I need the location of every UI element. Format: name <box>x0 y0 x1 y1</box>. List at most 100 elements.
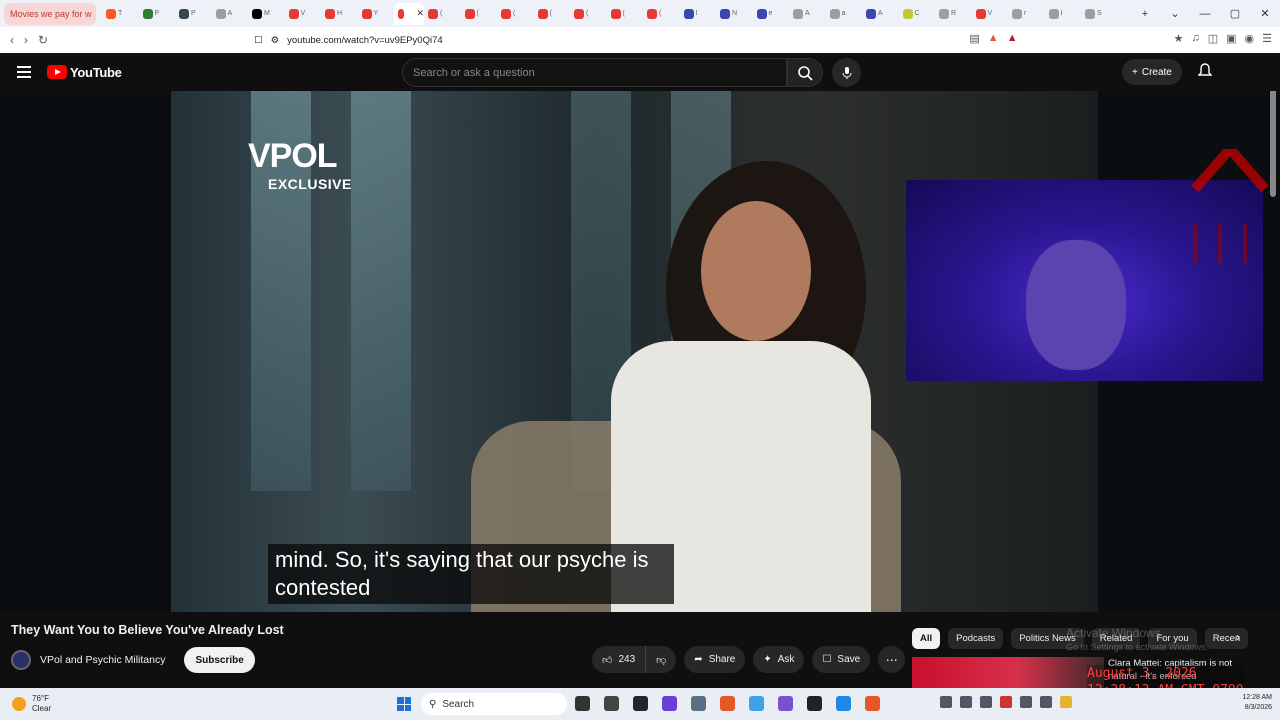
voice-search-button[interactable] <box>832 58 861 87</box>
vpn-icon[interactable]: ◉ <box>1245 32 1255 45</box>
tray-icon[interactable] <box>1000 696 1012 708</box>
wallet-icon[interactable]: ▣ <box>1226 32 1236 45</box>
browser-tab[interactable]: a <box>826 3 863 25</box>
search-input[interactable]: Search or ask a question <box>402 58 787 87</box>
video-player[interactable]: VPOL EXCLUSIVE mind. So, it's saying tha… <box>0 91 1280 612</box>
sidebar-icon[interactable]: ◫ <box>1208 32 1218 45</box>
app-icon[interactable] <box>865 696 880 711</box>
like-button[interactable]: 👍︎ 243 <box>592 646 647 673</box>
forward-icon[interactable]: › <box>24 33 28 47</box>
chip[interactable]: All <box>912 628 941 649</box>
channel-avatar[interactable] <box>11 650 31 670</box>
browser-tab[interactable]: H <box>321 3 358 25</box>
tray-icon[interactable] <box>1060 696 1072 708</box>
app-icon[interactable] <box>778 696 793 711</box>
page-scrollbar[interactable] <box>1270 91 1276 197</box>
browser-tab[interactable]: ( <box>461 3 498 25</box>
hamburger-menu-icon[interactable] <box>17 63 31 81</box>
save-button[interactable]: ☐ Save <box>812 646 871 673</box>
app-icon[interactable] <box>836 696 851 711</box>
tray-icon[interactable] <box>960 696 972 708</box>
browser-tab[interactable]: ( <box>607 3 644 25</box>
tray-icon[interactable] <box>1020 696 1032 708</box>
more-actions-icon[interactable]: ⋯ <box>878 646 906 673</box>
brave-shield-icon[interactable]: ▲ <box>988 32 999 45</box>
cast-icon[interactable]: ▤ <box>969 32 979 45</box>
browser-tab[interactable]: C <box>899 3 936 25</box>
browser-tab[interactable]: P <box>139 3 176 25</box>
tab-search-icon[interactable]: ⌄ <box>1160 7 1190 20</box>
browser-tab[interactable]: A <box>789 3 826 25</box>
app-icon[interactable] <box>662 696 677 711</box>
browser-tab[interactable]: S <box>1081 3 1118 25</box>
bookmark-icon[interactable]: ☐ <box>254 35 263 46</box>
taskbar-clock[interactable]: 12:28 AM 8/3/2026 <box>1242 693 1272 713</box>
taskbar-search[interactable]: ⚲ Search <box>421 693 567 715</box>
app-icon[interactable] <box>604 696 619 711</box>
recommended-thumbnail[interactable] <box>912 657 1104 688</box>
browser-tab[interactable]: T <box>102 3 139 25</box>
tab-first[interactable]: Movies we pay for w <box>4 2 96 25</box>
maximize-button[interactable]: ▢ <box>1220 7 1250 20</box>
media-icon[interactable]: ♫ <box>1191 32 1199 45</box>
ask-button[interactable]: ✦ Ask <box>753 646 805 673</box>
browser-tab[interactable]: A <box>862 3 899 25</box>
browser-tab[interactable]: r <box>1008 3 1045 25</box>
back-icon[interactable]: ‹ <box>10 33 14 47</box>
site-info-icon[interactable]: ⚙ <box>271 35 280 46</box>
tray-icon[interactable] <box>1040 696 1052 708</box>
browser-tab[interactable]: A <box>212 3 249 25</box>
chip[interactable]: Recen <box>1204 628 1249 649</box>
browser-tab[interactable]: ( <box>424 3 461 25</box>
background-window <box>351 91 411 491</box>
close-window-button[interactable]: ✕ <box>1250 7 1280 20</box>
browser-tab[interactable]: N <box>716 3 753 25</box>
browser-tab[interactable]: ( <box>534 3 571 25</box>
extensions-icon[interactable]: ★ <box>1174 32 1184 45</box>
close-tab-icon[interactable]: ✕ <box>416 8 424 19</box>
channel-name[interactable]: VPol and Psychic Militancy <box>40 654 165 666</box>
video-caption: mind. So, it's saying that our psyche is… <box>268 544 674 604</box>
minimize-button[interactable]: — <box>1190 8 1220 20</box>
rewards-icon[interactable]: ▲ <box>1007 32 1018 45</box>
search-button[interactable] <box>787 58 823 87</box>
browser-tab[interactable]: R <box>935 3 972 25</box>
notifications-bell-icon[interactable] <box>1198 63 1212 79</box>
subscribe-button[interactable]: Subscribe <box>184 647 255 673</box>
tray-icon[interactable] <box>940 696 952 708</box>
browser-tab[interactable]: V <box>285 3 322 25</box>
reload-icon[interactable]: ↻ <box>38 33 48 47</box>
new-tab-button[interactable]: + <box>1130 8 1160 20</box>
youtube-logo[interactable]: YouTube <box>47 65 122 80</box>
chips-next-icon[interactable]: › <box>1236 630 1240 644</box>
chip[interactable]: Podcasts <box>948 628 1004 649</box>
app-icon[interactable] <box>807 696 822 711</box>
browser-tab[interactable]: ( <box>643 3 680 25</box>
weather-widget[interactable]: 76°F Clear <box>12 694 51 714</box>
app-icon[interactable] <box>749 696 764 711</box>
dislike-button[interactable]: 👎︎ <box>646 646 676 673</box>
url-text[interactable]: youtube.com/watch?v=uv9EPy0Qi74 <box>287 35 443 46</box>
omnibox[interactable]: ☐ ⚙ youtube.com/watch?v=uv9EPy0Qi74 <box>254 35 443 46</box>
tab-favicon-icon <box>975 8 986 19</box>
browser-tab[interactable]: Y <box>358 3 395 25</box>
menu-icon[interactable]: ☰ <box>1262 32 1272 45</box>
browser-tab[interactable]: I <box>680 3 717 25</box>
browser-tab[interactable]: M <box>248 3 285 25</box>
tray-icon[interactable] <box>980 696 992 708</box>
app-icon[interactable] <box>633 696 648 711</box>
create-button[interactable]: + Create <box>1122 59 1182 85</box>
browser-tab[interactable]: ✕ <box>394 2 424 25</box>
brave-icon[interactable] <box>720 696 735 711</box>
start-button[interactable] <box>397 697 411 711</box>
settings-icon[interactable] <box>691 696 706 711</box>
browser-tab[interactable]: V <box>972 3 1009 25</box>
share-button[interactable]: ➦ Share <box>684 646 746 673</box>
browser-tab[interactable]: e <box>753 3 790 25</box>
browser-tab[interactable]: ( <box>497 3 534 25</box>
task-view-icon[interactable] <box>575 696 590 711</box>
browser-tab[interactable]: ( <box>570 3 607 25</box>
tab-favicon-icon <box>288 8 299 19</box>
browser-tab[interactable]: I <box>1045 3 1082 25</box>
browser-tab[interactable]: P <box>175 3 212 25</box>
